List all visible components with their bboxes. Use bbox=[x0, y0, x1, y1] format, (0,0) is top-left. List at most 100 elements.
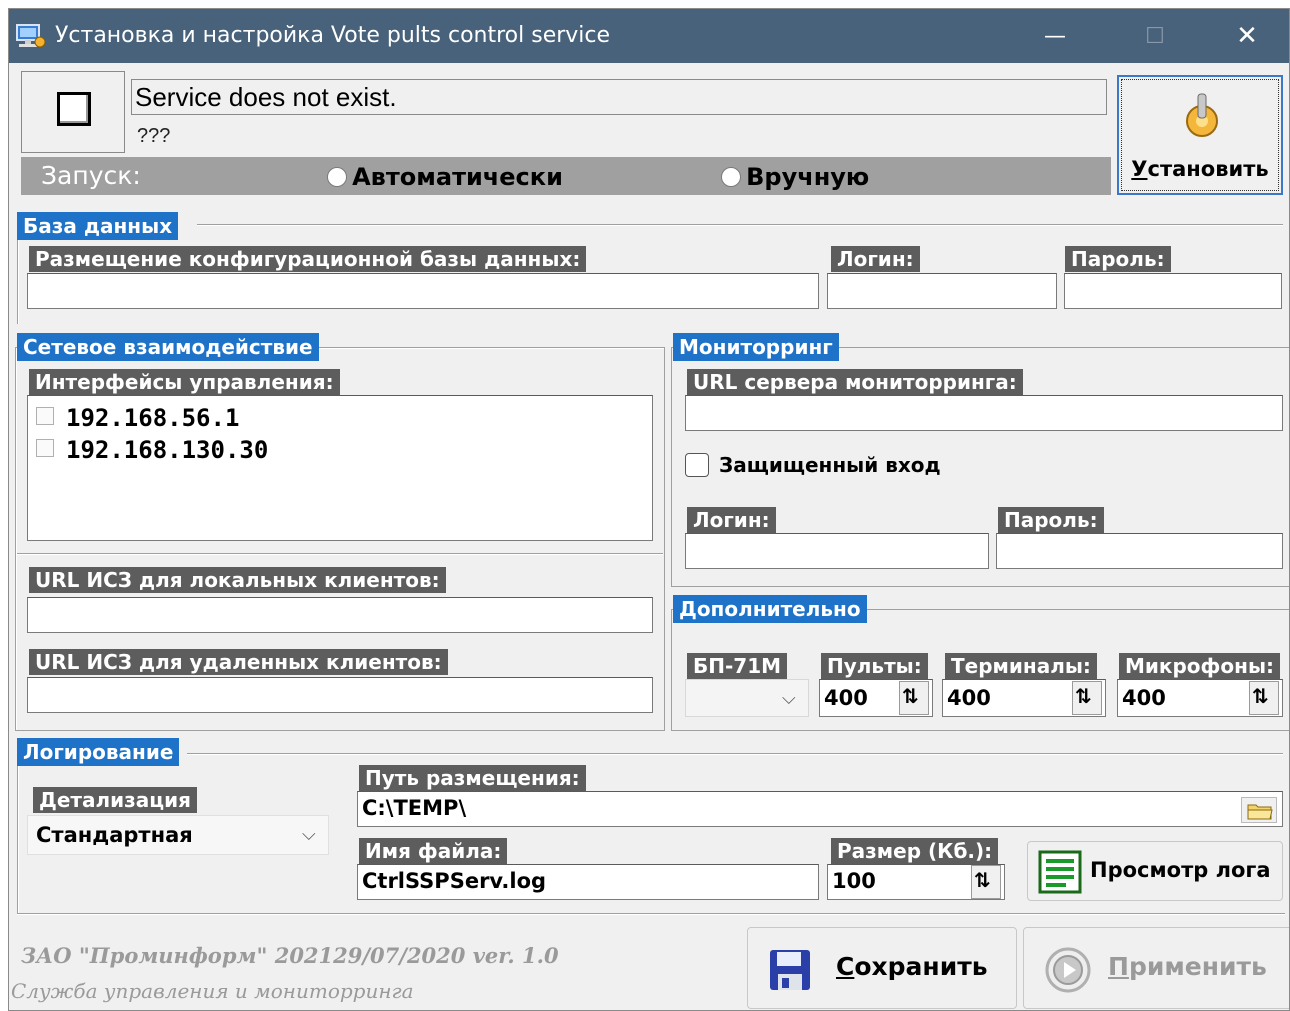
interfaces-label: Интерфейсы управления: bbox=[29, 369, 340, 395]
service-status-box: Service does not exist. bbox=[131, 79, 1107, 115]
startup-manual-label: Вручную bbox=[746, 163, 870, 191]
terminals-label: Терминалы: bbox=[945, 653, 1097, 679]
startup-bar: Запуск: Автоматически Вручную bbox=[21, 157, 1111, 195]
service-status-text: Service does not exist. bbox=[135, 82, 397, 112]
remote-url-label: URL ИСЗ для удаленных клиентов: bbox=[29, 649, 448, 675]
remotes-spin-button[interactable]: ⇅ bbox=[899, 681, 929, 715]
db-password-label: Пароль: bbox=[1065, 246, 1171, 272]
close-icon: ✕ bbox=[1236, 21, 1258, 51]
view-log-button[interactable]: Просмотр лога bbox=[1027, 841, 1283, 901]
view-log-label: Просмотр лога bbox=[1090, 858, 1271, 882]
database-section-title: База данных bbox=[17, 212, 179, 240]
filename-label: Имя файла: bbox=[359, 838, 508, 864]
interface-address: 192.168.130.30 bbox=[66, 436, 269, 464]
section-divider bbox=[17, 553, 663, 555]
section-divider bbox=[187, 753, 1283, 755]
minimize-icon: — bbox=[1044, 23, 1066, 49]
additional-section-title: Дополнительно bbox=[673, 595, 867, 623]
interfaces-list[interactable]: 192.168.56.1 192.168.130.30 bbox=[27, 395, 653, 541]
window-title: Установка и настройка Vote pults control… bbox=[55, 23, 611, 48]
folder-icon bbox=[1247, 804, 1273, 820]
maximize-button[interactable]: ☐ bbox=[1109, 9, 1201, 63]
checkbox-icon bbox=[685, 453, 709, 477]
radio-icon bbox=[721, 167, 741, 187]
apply-label: Применить bbox=[1108, 952, 1267, 981]
section-divider bbox=[17, 753, 19, 913]
db-login-label: Логин: bbox=[831, 246, 920, 272]
play-circle-icon bbox=[1045, 947, 1091, 993]
secure-login-label: Защищенный вход bbox=[719, 453, 941, 477]
remote-url-input[interactable] bbox=[27, 677, 653, 713]
filename-value: CtrlSSPServ.log bbox=[362, 869, 547, 893]
company-info: ЗАО "Проминформ" 202129/07/2020 ver. 1.0 bbox=[21, 943, 559, 968]
terminals-spin-button[interactable]: ⇅ bbox=[1072, 681, 1102, 715]
bp-label: БП-71М bbox=[687, 653, 788, 679]
startup-manual-radio[interactable]: Вручную bbox=[721, 163, 869, 191]
floppy-disk-icon bbox=[770, 950, 810, 990]
bp-select[interactable]: ⌵ bbox=[685, 679, 809, 717]
startup-auto-label: Автоматически bbox=[352, 163, 563, 191]
section-divider bbox=[17, 913, 1285, 915]
path-input[interactable]: C:\TEMP\ bbox=[357, 791, 1283, 827]
db-location-label: Размещение конфигурационной базы данных: bbox=[29, 246, 587, 272]
startup-auto-radio[interactable]: Автоматически bbox=[327, 163, 563, 191]
remotes-label: Пульты: bbox=[821, 653, 928, 679]
updown-icon: ⇅ bbox=[974, 868, 991, 892]
service-stopped-icon bbox=[57, 92, 91, 126]
close-button[interactable]: ✕ bbox=[1201, 9, 1289, 63]
checkbox-icon bbox=[36, 407, 54, 425]
secure-login-checkbox[interactable]: Защищенный вход bbox=[685, 453, 985, 481]
microphones-spin-button[interactable]: ⇅ bbox=[1249, 681, 1279, 715]
checkbox-icon bbox=[36, 439, 54, 457]
section-divider bbox=[197, 224, 1283, 226]
updown-icon: ⇅ bbox=[1075, 684, 1092, 708]
path-value: C:\TEMP\ bbox=[362, 796, 467, 820]
radio-icon bbox=[327, 167, 347, 187]
app-icon bbox=[15, 23, 46, 49]
updown-icon: ⇅ bbox=[902, 684, 919, 708]
save-button[interactable]: Сохранить bbox=[747, 927, 1017, 1009]
interface-item[interactable]: 192.168.56.1 bbox=[36, 404, 436, 432]
monitoring-login-label: Логин: bbox=[687, 507, 776, 533]
chevron-down-icon: ⌵ bbox=[302, 824, 316, 845]
maximize-icon: ☐ bbox=[1145, 23, 1165, 49]
filename-input[interactable]: CtrlSSPServ.log bbox=[357, 864, 819, 900]
detail-selected-value: Стандартная bbox=[36, 823, 193, 847]
chevron-down-icon: ⌵ bbox=[782, 688, 796, 709]
monitoring-section-title: Мониторринг bbox=[673, 333, 839, 361]
monitoring-password-input[interactable] bbox=[996, 533, 1283, 569]
save-label: Сохранить bbox=[836, 952, 988, 981]
service-subtitle: Служба управления и мониторринга bbox=[11, 979, 414, 1003]
minimize-button[interactable]: — bbox=[1009, 9, 1101, 63]
local-url-input[interactable] bbox=[27, 597, 653, 633]
install-icon bbox=[1186, 93, 1218, 137]
monitoring-url-label: URL сервера мониторринга: bbox=[687, 369, 1023, 395]
db-location-input[interactable] bbox=[27, 273, 819, 309]
monitoring-login-input[interactable] bbox=[685, 533, 989, 569]
monitoring-url-input[interactable] bbox=[685, 395, 1283, 431]
updown-icon: ⇅ bbox=[1252, 684, 1269, 708]
log-list-icon bbox=[1038, 850, 1082, 894]
db-login-input[interactable] bbox=[827, 273, 1057, 309]
title-bar: Установка и настройка Vote pults control… bbox=[9, 9, 1289, 63]
interface-address: 192.168.56.1 bbox=[66, 404, 240, 432]
size-value: 100 bbox=[832, 869, 876, 893]
browse-folder-button[interactable] bbox=[1241, 797, 1277, 823]
main-window: Установка и настройка Vote pults control… bbox=[8, 8, 1290, 1011]
detail-select[interactable]: Стандартная ⌵ bbox=[27, 815, 329, 855]
service-substatus: ??? bbox=[137, 125, 171, 147]
size-spin-button[interactable]: ⇅ bbox=[971, 865, 1001, 899]
install-label: Установить bbox=[1131, 157, 1269, 181]
startup-label: Запуск: bbox=[41, 161, 141, 190]
size-label: Размер (Кб.): bbox=[831, 838, 999, 864]
network-section-title: Сетевое взаимодействие bbox=[17, 333, 319, 361]
interface-item[interactable]: 192.168.130.30 bbox=[36, 436, 436, 464]
logging-section-title: Логирование bbox=[17, 738, 180, 766]
db-password-input[interactable] bbox=[1064, 273, 1282, 309]
monitoring-password-label: Пароль: bbox=[998, 507, 1104, 533]
apply-button[interactable]: Применить bbox=[1023, 927, 1289, 1009]
local-url-label: URL ИСЗ для локальных клиентов: bbox=[29, 567, 446, 593]
install-button[interactable]: Установить bbox=[1117, 75, 1283, 195]
service-state-panel bbox=[21, 71, 125, 153]
microphones-label: Микрофоны: bbox=[1119, 653, 1281, 679]
